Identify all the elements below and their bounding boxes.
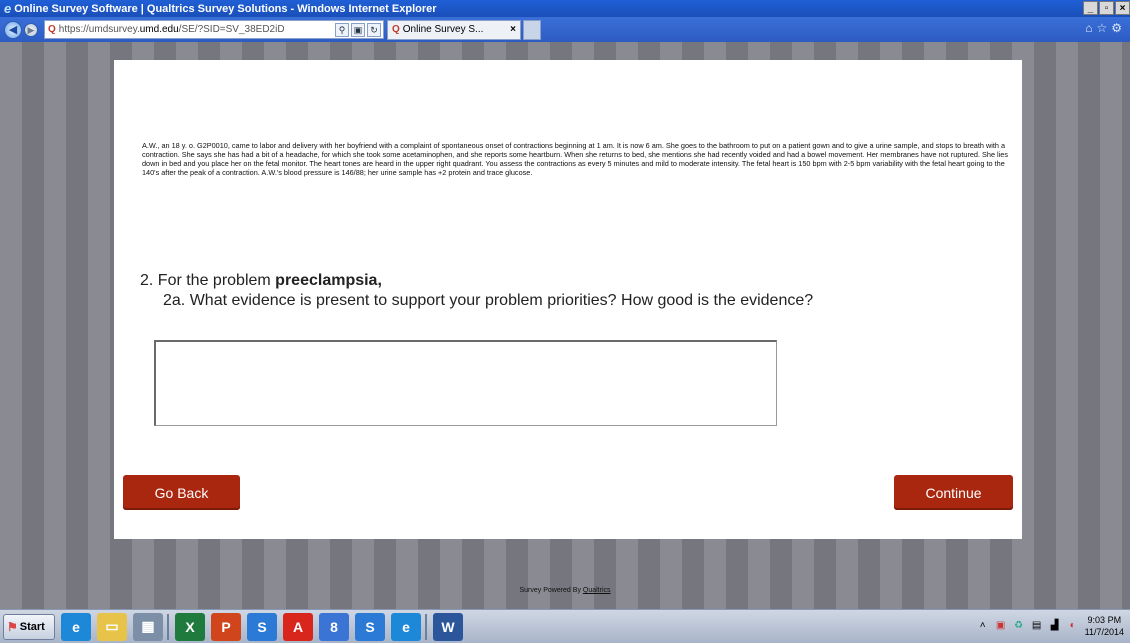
tab-label: Online Survey S... [402,24,484,35]
browser-right-icons: ⌂☆⚙ [1085,21,1126,35]
question-prefix: 2. For the problem [140,272,276,289]
question-subtext: 2a. What evidence is present to support … [163,292,814,309]
tray-acrobat-icon[interactable]: ▣ [995,620,1007,632]
question-problem: preeclampsia, [275,272,382,289]
maximize-button[interactable]: ▫ [1099,1,1114,15]
answer-textarea[interactable] [154,340,777,426]
address-suffix: /SE/?SID=SV_38ED2iD [178,24,285,35]
survey-footer: Survey Powered By Qualtrics [0,587,1130,594]
taskbar: ⚑ Start e ▭ ▦ X P S A 8 Se W ˄ ▣ ♻ ▤ ▟ ◐ 9:03 PM … [0,609,1130,643]
clock-date: 11/7/2014 [1084,627,1124,637]
windows-flag-icon: ⚑ [7,619,18,634]
taskbar-app-blue-2-icon[interactable]: S [355,612,385,641]
address-domain: umd.edu [139,24,179,35]
taskbar-app-blue-icon[interactable]: S [247,612,277,641]
window-title: Online Survey Software | Qualtrics Surve… [14,2,437,15]
taskbar-ie-2-icon[interactable]: e [391,612,421,641]
favorites-star-icon[interactable]: ☆ [1096,21,1111,35]
lock-icon[interactable]: ▣ [351,22,365,37]
minimize-button[interactable]: _ [1083,1,1098,15]
page-background: A.W., an 18 y. o. G2P0010, came to labor… [0,42,1130,609]
close-button[interactable]: × [1115,1,1130,15]
qualtrics-tab-favicon-icon: Q [392,24,400,35]
taskbar-ie-icon[interactable]: e [61,612,91,641]
taskbar-separator [425,613,427,640]
question-block: 2. For the problem preeclampsia, 2a. Wha… [140,272,813,310]
new-tab-button[interactable] [523,19,541,40]
go-back-button[interactable]: Go Back [123,475,240,510]
taskbar-powerpoint-icon[interactable]: P [211,612,241,641]
address-bar[interactable]: Q https://umdsurvey. umd.edu/SE/?SID=SV_3… [44,20,384,39]
taskbar-app-8-icon[interactable]: 8 [319,612,349,641]
taskbar-separator [167,613,169,640]
home-icon[interactable]: ⌂ [1085,21,1096,35]
browser-toolbar: ◀ ▶ Q https://umdsurvey. umd.edu/SE/?SID=… [0,17,1130,42]
refresh-icon[interactable]: ↻ [367,22,381,37]
qualtrics-favicon-icon: Q [48,24,56,35]
search-icon[interactable]: ⚲ [335,22,349,37]
system-tray: ˄ ▣ ♻ ▤ ▟ ◐ 9:03 PM 11/7/2014 [977,614,1124,638]
taskbar-word-icon[interactable]: W [433,612,463,641]
forward-nav-icon[interactable]: ▶ [24,22,38,37]
taskbar-calculator-icon[interactable]: ▦ [133,612,163,641]
window-title-bar: e Online Survey Software | Qualtrics Sur… [0,0,1130,17]
clock-time: 9:03 PM [1087,615,1122,625]
case-description: A.W., an 18 y. o. G2P0010, came to labor… [142,141,1008,177]
settings-gear-icon[interactable]: ⚙ [1111,21,1126,35]
back-nav-icon[interactable]: ◀ [4,20,22,39]
window-controls: _ ▫ × [1083,1,1130,15]
ie-logo-icon: e [4,1,12,16]
survey-card: A.W., an 18 y. o. G2P0010, came to labor… [114,60,1022,539]
qualtrics-link[interactable]: Qualtrics [583,587,611,594]
tray-network-icon[interactable]: ▟ [1049,620,1061,632]
start-button[interactable]: ⚑ Start [3,613,55,640]
address-bar-icons: ⚲ ▣ ↻ [335,22,383,37]
taskbar-apps: e ▭ ▦ X P S A 8 Se W [55,612,463,641]
question-title: 2. For the problem preeclampsia, [140,272,813,290]
footer-text: Survey Powered By [519,587,583,594]
browser-tab[interactable]: Q Online Survey S... × [387,19,521,40]
address-prefix: https://umdsurvey. [58,24,140,35]
tray-sync-icon[interactable]: ♻ [1013,620,1025,632]
taskbar-excel-icon[interactable]: X [175,612,205,641]
taskbar-explorer-icon[interactable]: ▭ [97,612,127,641]
tab-close-icon[interactable]: × [510,24,516,35]
continue-button[interactable]: Continue [894,475,1013,510]
clock[interactable]: 9:03 PM 11/7/2014 [1085,614,1124,638]
tray-volume-icon[interactable]: ◐ [1067,620,1079,632]
tray-monitor-icon[interactable]: ▤ [1031,620,1043,632]
start-label: Start [19,620,45,633]
tray-expand-icon[interactable]: ˄ [977,620,989,632]
taskbar-acrobat-icon[interactable]: A [283,612,313,641]
